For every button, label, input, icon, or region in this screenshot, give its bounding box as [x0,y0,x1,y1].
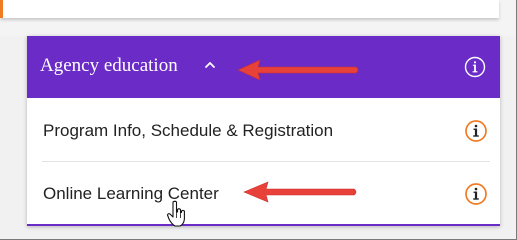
info-circle-icon[interactable] [464,56,486,78]
list-item-program-info[interactable]: Program Info, Schedule & Registration [27,100,500,163]
list-item-label: Program Info, Schedule & Registration [43,121,334,140]
agency-education-accordion: Agency education Program Info, Schedule … [27,36,500,226]
chevron-up-icon [205,62,215,68]
previous-item-accent-bar [0,0,3,18]
accordion-header[interactable]: Agency education [27,36,500,98]
divider [42,161,490,162]
accordion-header-label: Agency education [40,55,178,76]
list-item-online-learning-center[interactable]: Online Learning Center [27,163,500,226]
screenshot-frame: Agency education Program Info, Schedule … [0,0,517,240]
list-item-label: Online Learning Center [43,184,219,203]
panel-bottom-border [27,224,500,226]
previous-accordion-item [0,0,499,18]
info-circle-icon[interactable] [464,119,488,143]
info-circle-icon[interactable] [464,182,488,206]
